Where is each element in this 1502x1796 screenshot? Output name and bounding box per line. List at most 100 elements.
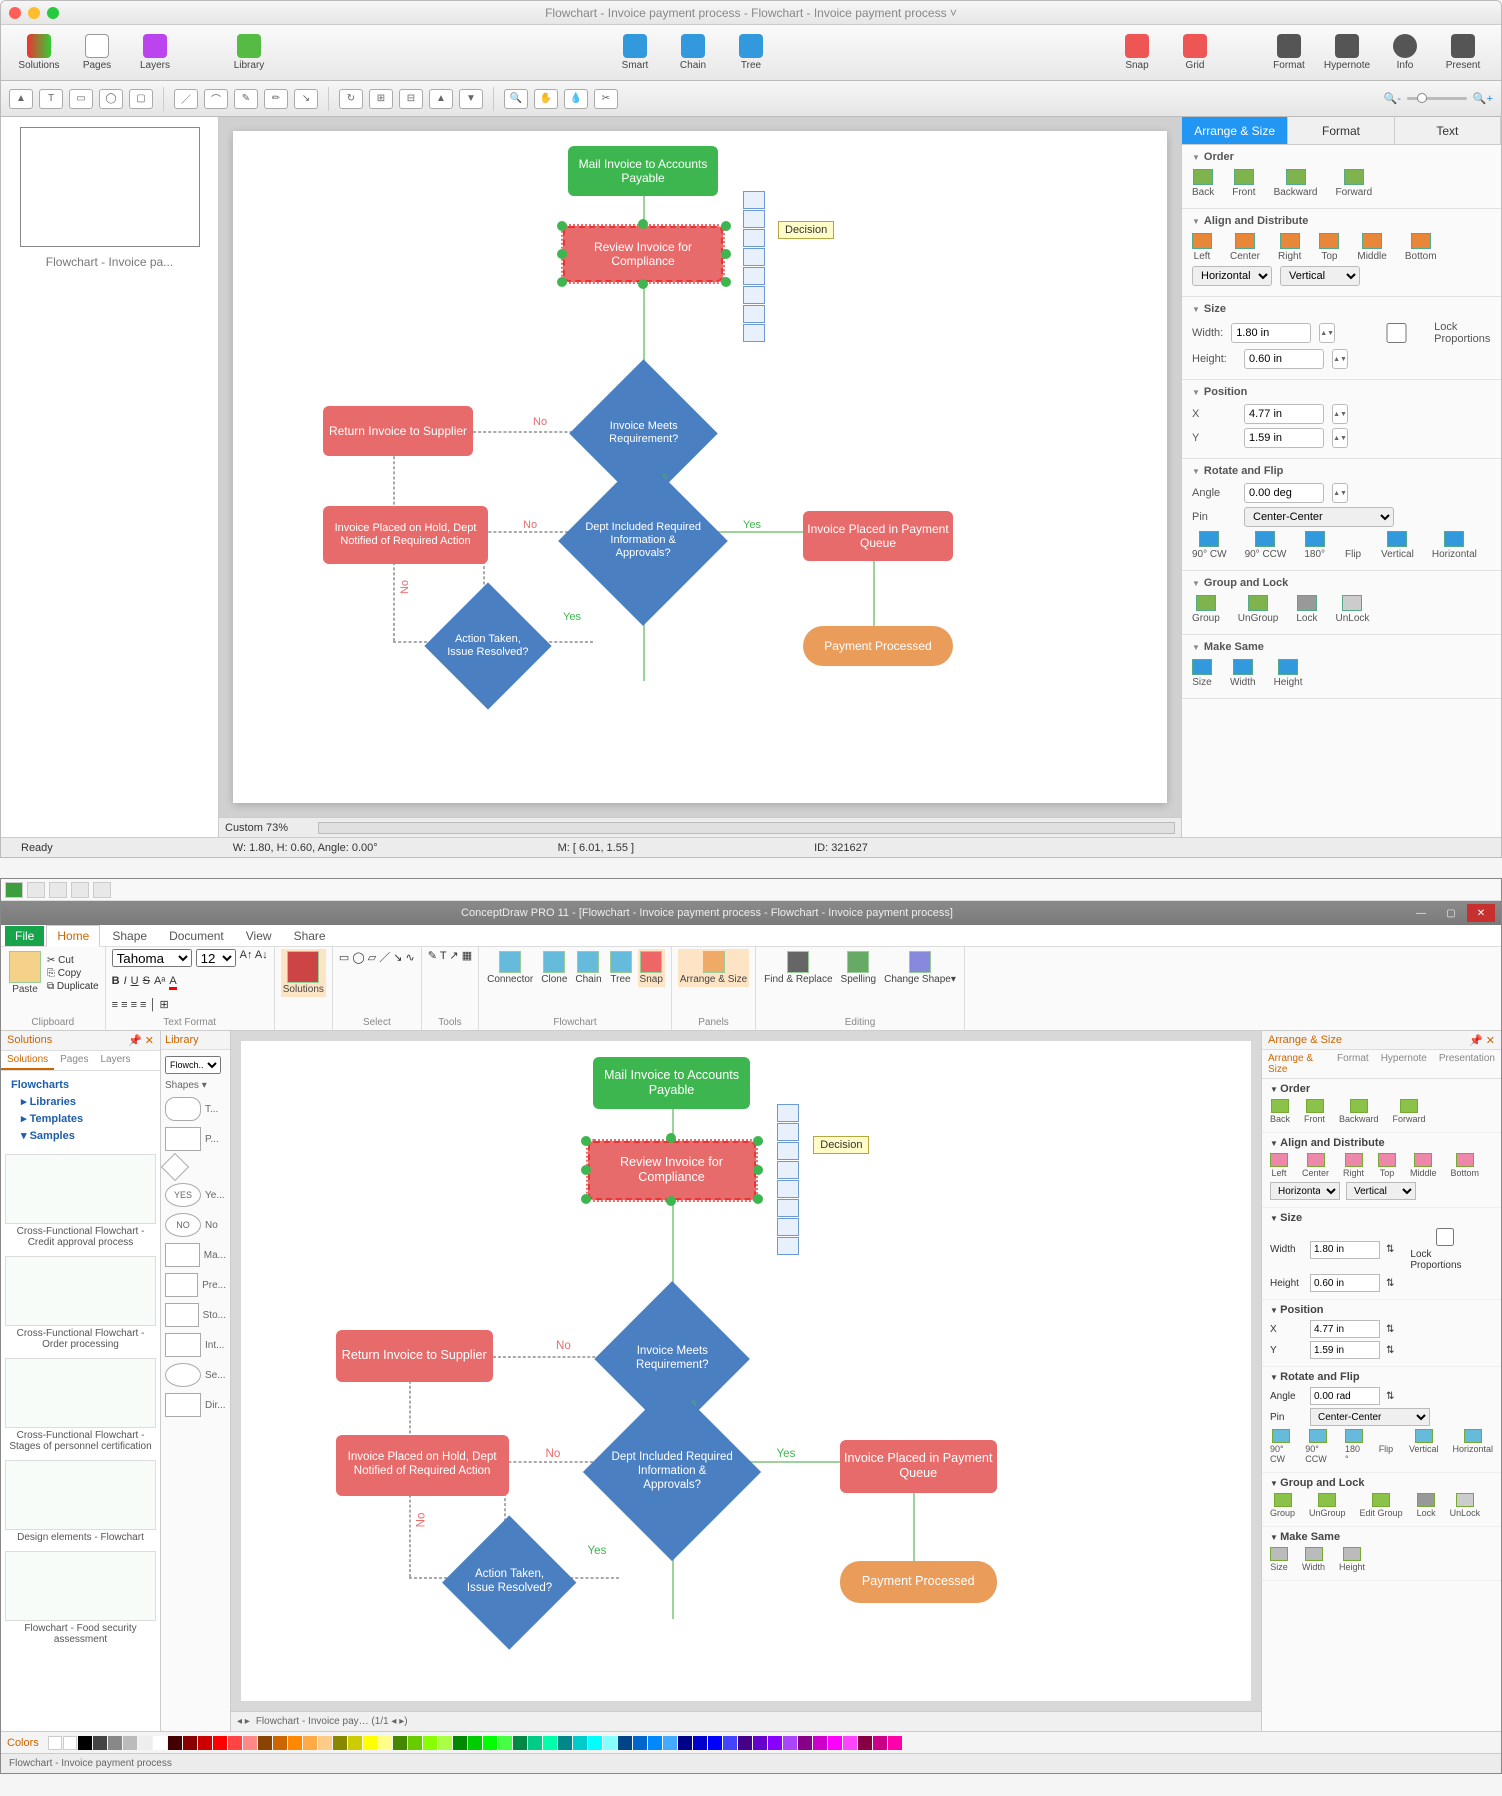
tab-file[interactable]: File: [5, 926, 44, 946]
tree-btn[interactable]: Tree: [608, 949, 634, 987]
rotate-180[interactable]: 180°: [1304, 531, 1325, 560]
rotate-ccw[interactable]: 90° CCW: [1245, 531, 1287, 560]
group-tool[interactable]: ⊞: [369, 89, 393, 109]
height-input[interactable]: [1244, 349, 1324, 369]
dist-vertical[interactable]: Vertical: [1280, 266, 1360, 286]
tab-format[interactable]: Format: [1288, 117, 1394, 145]
spell-btn[interactable]: Spelling: [839, 949, 879, 987]
zoom-level[interactable]: Custom 73%: [225, 822, 288, 834]
win-canvas[interactable]: Mail Invoice to Accounts Payable Review …: [241, 1041, 1251, 1701]
connector-btn[interactable]: Connector: [485, 949, 535, 987]
line-tool[interactable]: ／: [174, 89, 198, 109]
tab-text[interactable]: Text: [1395, 117, 1501, 145]
lib-shape[interactable]: Pre...: [165, 1273, 226, 1297]
grid-button[interactable]: Grid: [1167, 28, 1223, 78]
arc-tool[interactable]: ⌒: [204, 89, 228, 109]
layers-button[interactable]: Layers: [127, 28, 183, 78]
solutions-tab[interactable]: Solutions: [1, 1051, 54, 1070]
tree-templates[interactable]: ▸ Templates: [11, 1110, 150, 1127]
hypernote-button[interactable]: Hypernote: [1319, 28, 1375, 78]
clone-btn[interactable]: Clone: [539, 949, 569, 987]
order-back[interactable]: Back: [1192, 169, 1214, 198]
zoom-tool[interactable]: 🔍: [504, 89, 528, 109]
tab-home[interactable]: Home: [46, 925, 100, 947]
ungroup-btn[interactable]: UnGroup: [1238, 595, 1279, 624]
pencil-tool[interactable]: ✏: [264, 89, 288, 109]
qat-print[interactable]: [93, 882, 111, 898]
tab-share[interactable]: Share: [284, 926, 336, 946]
sample-1[interactable]: Cross-Functional Flowchart - Credit appr…: [5, 1154, 156, 1248]
align-right[interactable]: Right: [1278, 233, 1301, 262]
rotate-tool[interactable]: ↻: [339, 89, 363, 109]
tree-flowcharts[interactable]: Flowcharts: [11, 1077, 150, 1093]
same-size[interactable]: Size: [1192, 659, 1212, 688]
lib-shape[interactable]: [165, 1157, 226, 1177]
zoom-slider[interactable]: 🔍-🔍+: [1384, 92, 1493, 105]
minimize-icon[interactable]: [28, 7, 40, 19]
back-tool[interactable]: ▼: [459, 89, 483, 109]
y-input[interactable]: [1244, 428, 1324, 448]
roundrect-tool[interactable]: ▢: [129, 89, 153, 109]
sample-5[interactable]: Flowchart - Food security assessment: [5, 1551, 156, 1645]
qat-save[interactable]: [27, 882, 45, 898]
lib-shape[interactable]: Dir...: [165, 1393, 226, 1417]
unlock-btn[interactable]: UnLock: [1336, 595, 1370, 624]
lib-shape[interactable]: YESYe...: [165, 1183, 226, 1207]
lib-shape[interactable]: Int...: [165, 1333, 226, 1357]
select-tool[interactable]: ▲: [9, 89, 33, 109]
width-input[interactable]: [1231, 323, 1311, 343]
lib-shape[interactable]: T...: [165, 1097, 226, 1121]
tab-document[interactable]: Document: [159, 926, 234, 946]
pan-tool[interactable]: ✋: [534, 89, 558, 109]
layers-tab[interactable]: Layers: [95, 1051, 137, 1070]
color-bar[interactable]: Colors: [1, 1731, 1501, 1753]
close-button[interactable]: ✕: [1467, 904, 1495, 922]
sample-3[interactable]: Cross-Functional Flowchart - Stages of p…: [5, 1358, 156, 1452]
tree-button[interactable]: Tree: [723, 28, 779, 78]
angle-input[interactable]: [1244, 483, 1324, 503]
present-button[interactable]: Present: [1435, 28, 1491, 78]
tab-shape[interactable]: Shape: [102, 926, 157, 946]
pages-tab[interactable]: Pages: [54, 1051, 94, 1070]
pin-select[interactable]: Center-Center: [1244, 507, 1394, 527]
crop-tool[interactable]: ✂: [594, 89, 618, 109]
rotate-cw[interactable]: 90° CW: [1192, 531, 1227, 560]
arrange-btn[interactable]: Arrange & Size: [678, 949, 749, 987]
align-top[interactable]: Top: [1319, 233, 1339, 262]
canvas[interactable]: Mail Invoice to Accounts Payable Review …: [233, 131, 1167, 803]
front-tool[interactable]: ▲: [429, 89, 453, 109]
order-front[interactable]: Front: [1232, 169, 1255, 198]
dist-horizontal[interactable]: Horizontal: [1192, 266, 1272, 286]
order-backward[interactable]: Backward: [1274, 169, 1318, 198]
close-icon[interactable]: [9, 7, 21, 19]
minimize-button[interactable]: —: [1407, 904, 1435, 922]
rect-tool[interactable]: ▭: [69, 89, 93, 109]
paste-button[interactable]: Paste: [7, 949, 43, 997]
smart-button[interactable]: Smart: [607, 28, 663, 78]
snap-btn[interactable]: Snap: [638, 949, 665, 987]
same-height[interactable]: Height: [1274, 659, 1303, 688]
align-left[interactable]: Left: [1192, 233, 1212, 262]
same-width[interactable]: Width: [1230, 659, 1256, 688]
font-select[interactable]: Tahoma: [112, 949, 192, 967]
connector-tool[interactable]: ↘: [294, 89, 318, 109]
order-forward[interactable]: Forward: [1335, 169, 1372, 198]
sample-2[interactable]: Cross-Functional Flowchart - Order proce…: [5, 1256, 156, 1350]
page-thumbnail[interactable]: [20, 127, 200, 247]
align-middle[interactable]: Middle: [1357, 233, 1386, 262]
qat-undo[interactable]: [49, 882, 67, 898]
sample-4[interactable]: Design elements - Flowchart: [5, 1460, 156, 1543]
format-button[interactable]: Format: [1261, 28, 1317, 78]
flip-h[interactable]: Horizontal: [1432, 531, 1477, 560]
tree-samples[interactable]: ▾ Samples: [11, 1127, 150, 1144]
pen-tool[interactable]: ✎: [234, 89, 258, 109]
align-center[interactable]: Center: [1230, 233, 1260, 262]
tab-arrange[interactable]: Arrange & Size: [1182, 117, 1288, 145]
solutions-button[interactable]: Solutions: [11, 28, 67, 78]
lib-shape[interactable]: Sto...: [165, 1303, 226, 1327]
lib-shape[interactable]: Se...: [165, 1363, 226, 1387]
page-tab[interactable]: Flowchart - Invoice pay… (1/1 ◂ ▸): [256, 1716, 408, 1727]
text-tool[interactable]: T: [39, 89, 63, 109]
lib-shape[interactable]: NONo: [165, 1213, 226, 1237]
tree-libraries[interactable]: ▸ Libraries: [11, 1093, 150, 1110]
